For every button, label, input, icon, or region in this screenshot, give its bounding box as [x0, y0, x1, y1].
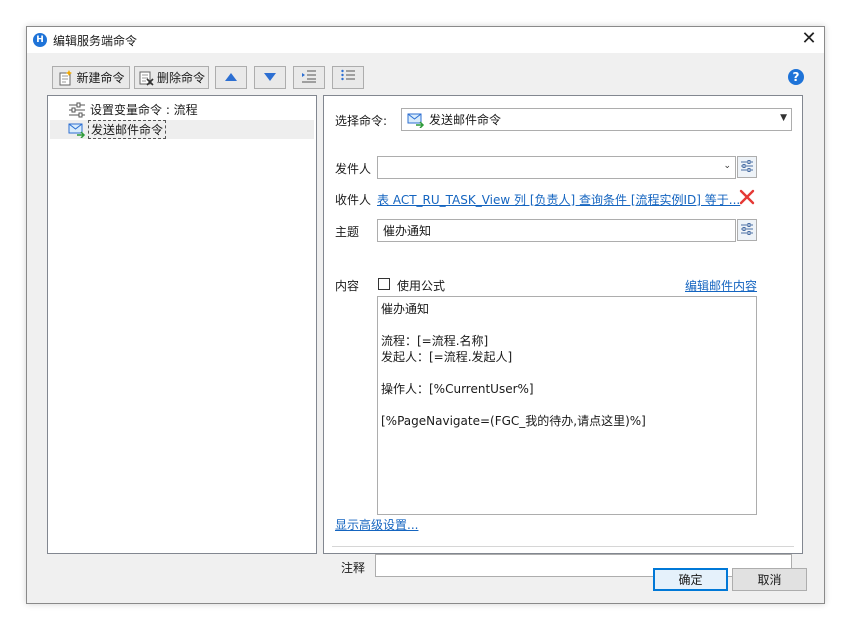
command-tree: 设置变量命令 : 流程 发送邮件命令: [47, 95, 317, 554]
subject-input[interactable]: 催办通知: [377, 219, 736, 242]
remove-recipient-icon[interactable]: [738, 188, 756, 206]
move-down-button[interactable]: [254, 66, 286, 89]
select-command-dropdown[interactable]: 发送邮件命令 ▼: [401, 108, 792, 131]
delete-document-icon: [138, 70, 154, 86]
window-title: 编辑服务端命令: [53, 34, 138, 48]
close-icon[interactable]: ✕: [797, 28, 821, 50]
indent-list-icon: [301, 69, 317, 86]
tree-item-set-variable[interactable]: 设置变量命令 : 流程: [50, 100, 314, 119]
sliders-icon: [68, 102, 86, 118]
tree-item-label: 设置变量命令 : 流程: [90, 103, 198, 117]
select-command-value: 发送邮件命令: [429, 113, 502, 127]
new-document-icon: [57, 69, 73, 86]
title-bar: H 编辑服务端命令 ✕: [27, 27, 824, 53]
use-formula-checkbox[interactable]: [378, 278, 390, 290]
tree-item-send-mail[interactable]: 发送邮件命令: [50, 120, 314, 139]
mail-send-icon: [407, 112, 425, 128]
triangle-up-icon: [224, 71, 238, 85]
divider: [332, 546, 794, 547]
recipient-label: 收件人: [335, 193, 372, 207]
triangle-down-icon: [263, 71, 277, 85]
edit-mail-content-link[interactable]: 编辑邮件内容: [685, 277, 757, 294]
sliders-icon: [740, 222, 754, 239]
edit-server-command-dialog: H 编辑服务端命令 ✕ 新建命令 删除命令 ? 设置变量命令 : 流程 发送邮件…: [26, 26, 825, 604]
tree-item-label: 发送邮件命令: [88, 120, 167, 139]
move-up-button[interactable]: [215, 66, 247, 89]
new-command-button[interactable]: 新建命令: [52, 66, 130, 89]
recipient-query-link[interactable]: 表 ACT_RU_TASK_View 列 [负责人] 查询条件 [流程实例ID]…: [377, 191, 740, 208]
ok-button[interactable]: 确定: [653, 568, 728, 591]
subject-settings-button[interactable]: [737, 219, 757, 241]
cancel-button[interactable]: 取消: [732, 568, 807, 591]
mail-send-icon: [68, 122, 86, 139]
delete-command-button[interactable]: 删除命令: [134, 66, 209, 89]
new-command-label: 新建命令: [76, 71, 125, 85]
sender-dropdown[interactable]: ⌄: [377, 156, 736, 179]
use-formula-label: 使用公式: [397, 279, 446, 293]
sender-settings-button[interactable]: [737, 156, 757, 178]
show-advanced-settings-link[interactable]: 显示高级设置...: [335, 516, 418, 533]
app-logo-icon: H: [33, 33, 47, 47]
content-label: 内容: [335, 279, 360, 293]
delete-command-label: 删除命令: [156, 71, 205, 85]
outdent-list-icon: [340, 69, 356, 86]
indent-button[interactable]: [293, 66, 325, 89]
help-icon[interactable]: ?: [788, 69, 804, 85]
subject-value: 催办通知: [383, 224, 432, 238]
sliders-icon: [740, 159, 754, 176]
select-command-label: 选择命令:: [335, 114, 388, 128]
command-properties-panel: 选择命令: 发送邮件命令 ▼ 发件人 ⌄ 收件人 表 ACT_RU_TASK_V…: [323, 95, 803, 577]
mail-content-textarea[interactable]: 催办通知 流程：[=流程.名称] 发起人：[=流程.发起人] 操作人：[%Cur…: [377, 296, 757, 515]
subject-label: 主题: [335, 225, 360, 239]
note-input[interactable]: [375, 554, 792, 577]
sender-label: 发件人: [335, 162, 372, 176]
note-label: 注释: [341, 561, 366, 575]
dropdown-arrow-icon: ▼: [780, 113, 787, 123]
chevron-down-icon: ⌄: [723, 161, 731, 171]
outdent-button[interactable]: [332, 66, 364, 89]
